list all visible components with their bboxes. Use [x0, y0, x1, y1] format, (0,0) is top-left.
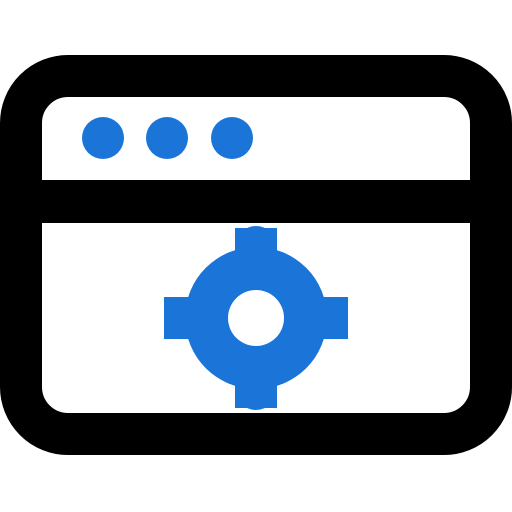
titlebar-divider [21, 180, 491, 223]
window-dot-icon [146, 117, 188, 159]
target-center-hole [228, 290, 284, 346]
target-stem-left [164, 297, 204, 339]
window-dot-icon [211, 117, 253, 159]
window-dot-icon [82, 117, 124, 159]
target-stem-right [308, 297, 348, 339]
browser-window-icon [0, 0, 512, 512]
titlebar-dots [82, 117, 253, 159]
crosshair-target-icon [164, 226, 348, 410]
browser-window-svg [0, 55, 512, 455]
target-stem-bottom [235, 368, 277, 408]
target-stem-top [235, 228, 277, 268]
